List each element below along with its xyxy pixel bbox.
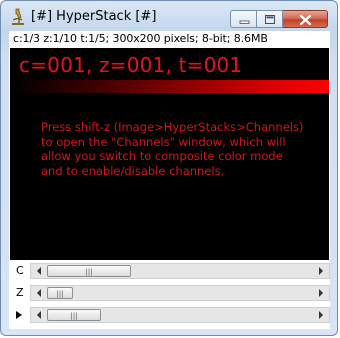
scroll-left-arrow-icon[interactable] — [31, 264, 47, 278]
z-scrollbar[interactable]: ||| — [30, 285, 330, 301]
close-button[interactable] — [283, 10, 328, 28]
maximize-button[interactable] — [257, 10, 283, 28]
scroll-left-arrow-icon[interactable] — [31, 308, 47, 322]
channel-slider-row: C ||| — [9, 263, 330, 279]
time-slider-row: ||| — [9, 307, 330, 323]
minimize-icon — [239, 20, 250, 24]
channel-slider-thumb[interactable]: ||| — [47, 265, 131, 277]
close-icon — [299, 14, 312, 26]
z-slider-thumb[interactable]: ||| — [47, 287, 73, 299]
grip-icon: ||| — [56, 290, 64, 298]
z-slider-row: Z ||| — [9, 285, 330, 301]
channel-scrollbar[interactable]: ||| — [30, 263, 330, 279]
play-icon[interactable] — [16, 311, 22, 319]
window-client-area: c:1/3 z:1/10 t:1/5; 300x200 pixels; 8-bi… — [9, 31, 330, 329]
scroll-right-arrow-icon[interactable] — [313, 308, 329, 322]
time-scrollbar[interactable]: ||| — [30, 307, 330, 323]
z-slider-label: Z — [16, 286, 24, 299]
minimize-button[interactable] — [230, 10, 257, 28]
maximize-icon — [265, 15, 275, 24]
image-info-line: c:1/3 z:1/10 t:1/5; 300x200 pixels; 8-bi… — [13, 32, 268, 45]
scroll-right-arrow-icon[interactable] — [313, 286, 329, 300]
image-canvas[interactable]: c=001, z=001, t=001 Press shift-z (Image… — [10, 48, 329, 260]
grip-icon: ||| — [70, 312, 78, 320]
hyperstack-window: [#] HyperStack [#] c:1/3 z:1/10 t:1/5; 3… — [0, 0, 338, 336]
red-intensity-ramp — [10, 80, 329, 93]
scroll-left-arrow-icon[interactable] — [31, 286, 47, 300]
hint-line: to open the "Channels" window, which wil… — [41, 134, 286, 149]
title-bar[interactable]: [#] HyperStack [#] — [1, 1, 337, 33]
grip-icon: ||| — [85, 268, 93, 276]
hint-line: and to enable/disable channels. — [41, 163, 225, 178]
imagej-microscope-icon — [10, 8, 26, 26]
hint-line: allow you switch to composite color mode — [41, 149, 283, 163]
scroll-right-arrow-icon[interactable] — [313, 264, 329, 278]
channels-hint-message: Press shift-z (Image>HyperStacks>Channel… — [41, 120, 321, 178]
window-title: [#] HyperStack [#] — [31, 9, 157, 24]
channel-slider-label: C — [16, 264, 24, 277]
hyperstack-position-label: c=001, z=001, t=001 — [19, 53, 243, 77]
time-slider-thumb[interactable]: ||| — [47, 309, 101, 321]
hint-line: Press shift-z (Image>HyperStacks>Channel… — [41, 120, 304, 134]
